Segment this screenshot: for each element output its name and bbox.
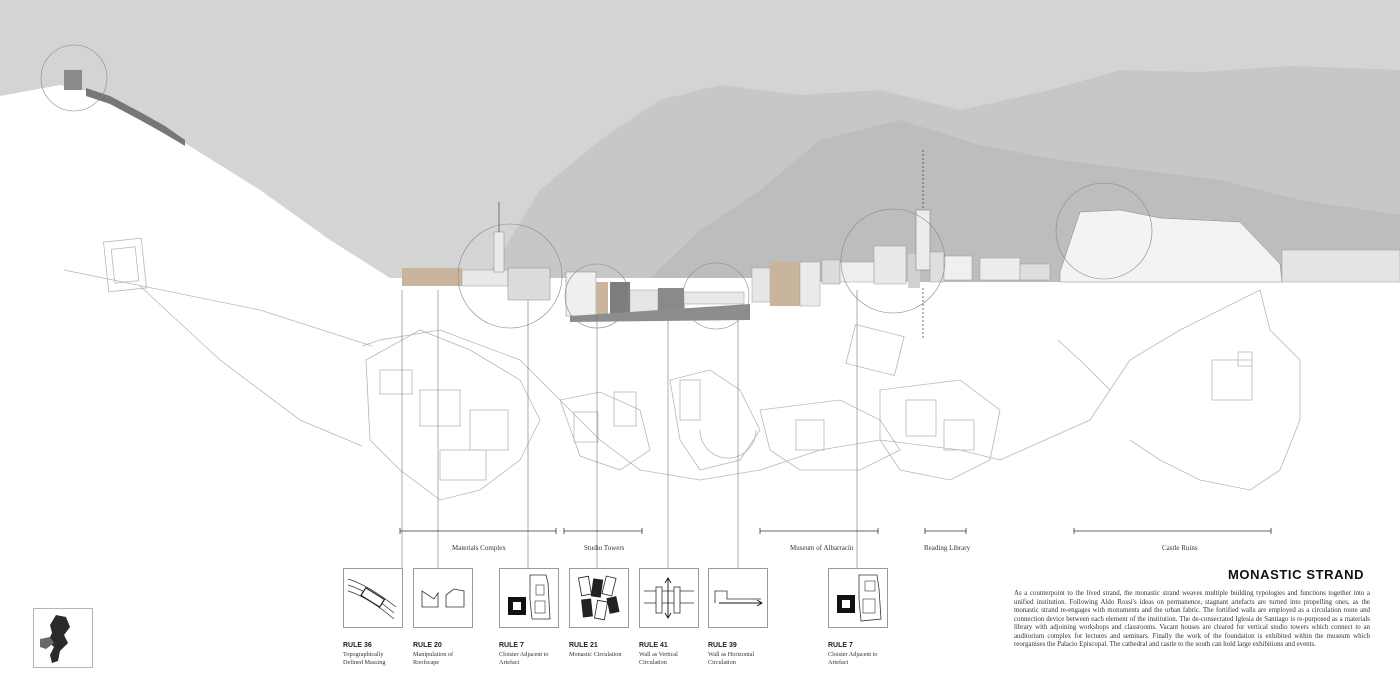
rule-box-7-museum xyxy=(828,568,888,628)
zone-label-materials-complex: Materials Complex xyxy=(452,544,506,552)
horizontal-circulation-icon xyxy=(714,590,763,607)
rule-description: Topographically Defined Massing xyxy=(343,651,386,666)
rule-description: Cloister Adjacent to Artefact xyxy=(499,651,549,666)
rule-id: RULE 39 xyxy=(708,642,737,649)
rule-id: RULE 7 xyxy=(828,642,853,649)
rule-id: RULE 41 xyxy=(639,642,668,649)
cloister-artefact-icon xyxy=(508,574,551,620)
rule-description: Manipulation of Roofscape xyxy=(413,651,454,666)
roofscape-icon xyxy=(421,588,465,608)
zone-label-museum: Museum of Albarracín xyxy=(790,544,854,552)
rule-id: RULE 36 xyxy=(343,642,372,649)
rule-description: Wall as Horizontal Circulation xyxy=(708,651,755,666)
monastic-circulation-icon xyxy=(578,575,620,621)
vertical-circulation-icon xyxy=(644,577,694,619)
locator-map-shape xyxy=(40,615,70,663)
zone-label-studio-towers: Studio Towers xyxy=(584,544,625,552)
rule-id: RULE 21 xyxy=(569,642,598,649)
page-title: MONASTIC STRAND xyxy=(1228,567,1365,582)
rule-description: Wall as Vertical Circulation xyxy=(639,651,678,666)
locator-map xyxy=(33,608,93,668)
zone-label-castle-ruins: Castle Ruins xyxy=(1162,544,1198,552)
description-paragraph: As a counterpoint to the lived strand, t… xyxy=(1014,590,1370,648)
topography-massing-icon xyxy=(347,578,397,620)
rule-description: Monastic Circulation xyxy=(569,651,622,658)
rule-box-20 xyxy=(413,568,473,628)
rule-box-41 xyxy=(639,568,699,628)
rule-id: RULE 20 xyxy=(413,642,442,649)
rule-box-21 xyxy=(569,568,629,628)
rule-description: Cloister Adjacent to Artefact xyxy=(828,651,878,666)
rule-box-39 xyxy=(708,568,768,628)
zone-label-reading-library: Reading Library xyxy=(924,544,971,552)
rule-id: RULE 7 xyxy=(499,642,524,649)
cloister-artefact-icon xyxy=(837,574,882,622)
rule-box-36 xyxy=(343,568,403,628)
rule-box-7 xyxy=(499,568,559,628)
